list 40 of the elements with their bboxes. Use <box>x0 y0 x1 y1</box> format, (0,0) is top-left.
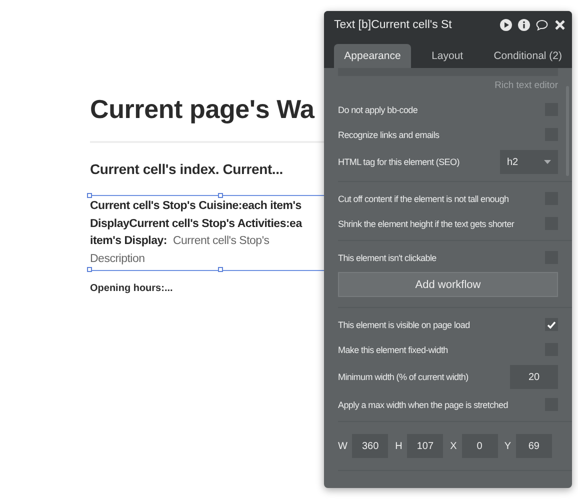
dimension-field[interactable]: 0 <box>462 434 498 458</box>
text-line: DisplayCurrent cell's Stop's Activities:ea <box>90 218 302 230</box>
option-label: Minimum width (% of current width) <box>338 372 468 382</box>
text-line: item's Display: <box>90 235 167 247</box>
subheading: Current cell's index. Current... <box>90 161 284 177</box>
panel-tab[interactable]: Layout <box>411 44 484 68</box>
option-label: HTML tag for this element (SEO) <box>338 157 460 167</box>
option-label: Shrink the element height if the text gets shorter <box>338 218 514 228</box>
play-icon[interactable] <box>500 19 512 31</box>
tag-dropdown[interactable]: h2 <box>500 150 558 174</box>
panel-tab[interactable]: Appearance <box>334 44 411 68</box>
option-label: Apply a max width when the page is stretched <box>338 400 508 410</box>
dimension-field[interactable]: 69 <box>516 434 552 458</box>
dimension-label: Y <box>504 440 512 452</box>
text-line: Description <box>90 252 145 264</box>
option-label: This element isn't clickable <box>338 252 436 262</box>
info-icon[interactable] <box>518 19 530 31</box>
checkbox[interactable] <box>545 318 558 331</box>
option-label: Make this element fixed-width <box>338 344 448 354</box>
caret-icon <box>544 160 551 164</box>
dimension-label: X <box>450 440 457 452</box>
panel-tab[interactable]: Conditional (2) <box>484 44 572 68</box>
number-field[interactable]: 20 <box>510 365 558 389</box>
text-editor-field[interactable] <box>338 68 558 76</box>
option-label: Recognize links and emails <box>338 130 440 140</box>
option-label: Do not apply bb-code <box>338 104 418 114</box>
dimension-field[interactable]: 107 <box>407 434 444 458</box>
dimension-label: W <box>338 440 348 452</box>
comment-icon[interactable] <box>536 19 548 31</box>
option-label: Cut off content if the element is not tall enough <box>338 194 509 204</box>
option-label: This element is visible on page load <box>338 320 470 330</box>
dimension-field[interactable]: 360 <box>352 434 388 458</box>
text-line: Current cell's Stop's Cuisine:each item's <box>90 200 302 212</box>
panel-title: Text [b]Current cell's St <box>334 19 453 31</box>
add-workflow-button[interactable]: Add workflow <box>338 272 558 297</box>
dimension-label: H <box>395 440 402 452</box>
opening-hours-text: Opening hours:... <box>90 283 174 294</box>
close-icon[interactable] <box>554 19 566 31</box>
text-line: Current cell's Stop's <box>172 235 270 247</box>
page-heading: Current page's Wa <box>90 93 314 126</box>
